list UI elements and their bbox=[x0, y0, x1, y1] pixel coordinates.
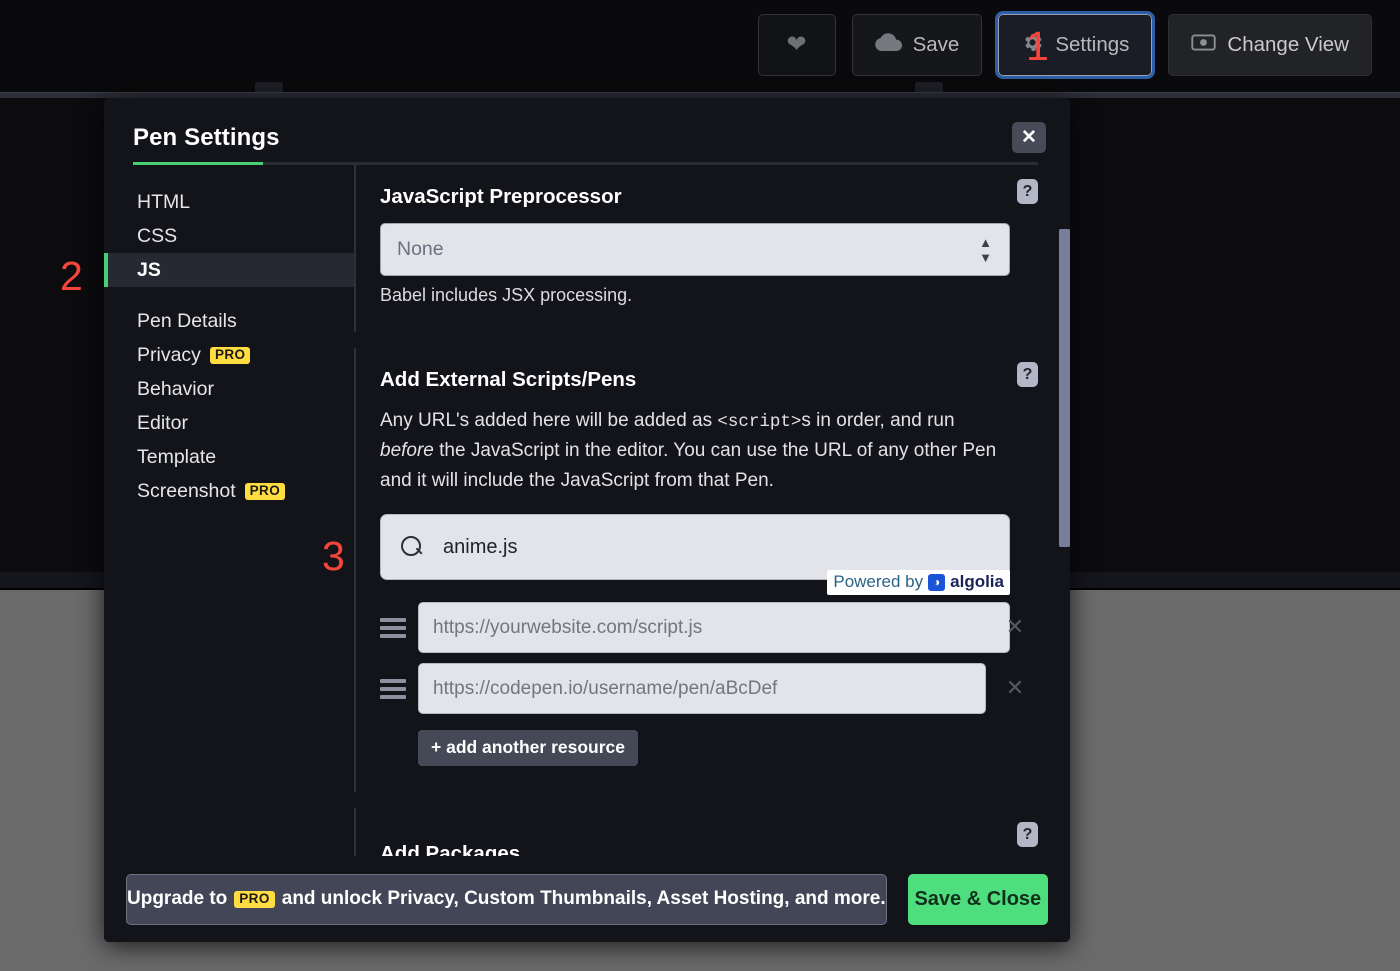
sidebar-item-label: Template bbox=[137, 445, 217, 468]
javascript-preprocessor-section: ? JavaScript Preprocessor None ▲ ▼ Babel … bbox=[354, 165, 1058, 332]
remove-resource-icon[interactable]: ✕ bbox=[1003, 676, 1027, 700]
upgrade-to-pro-button[interactable]: Upgrade to PRO and unlock Privacy, Custo… bbox=[126, 873, 887, 925]
sidebar-item-label: Screenshot bbox=[137, 479, 236, 502]
heart-icon: ❤ bbox=[786, 31, 807, 58]
add-external-scripts-section: ? Add External Scripts/Pens Any URL's ad… bbox=[354, 348, 1058, 793]
sidebar-item-label: Privacy bbox=[137, 343, 201, 366]
gear-icon bbox=[1021, 31, 1044, 60]
sidebar-item-label: Behavior bbox=[137, 377, 214, 400]
scrollbar-thumb[interactable] bbox=[1059, 229, 1070, 547]
sidebar-item-screenshot[interactable]: Screenshot PRO bbox=[104, 474, 354, 508]
drag-handle-icon[interactable] bbox=[380, 678, 406, 699]
sidebar-item-behavior[interactable]: Behavior bbox=[104, 372, 354, 406]
sidebar-item-template[interactable]: Template bbox=[104, 440, 354, 474]
save-button[interactable]: Save bbox=[851, 14, 983, 76]
help-icon[interactable]: ? bbox=[1017, 362, 1038, 387]
powered-by-label: Powered by bbox=[833, 572, 924, 592]
cloud-icon bbox=[874, 32, 902, 58]
save-label: Save bbox=[912, 33, 960, 56]
pro-badge: PRO bbox=[209, 346, 251, 364]
algolia-search-wrapper: anime.js Powered by ◑ algolia bbox=[380, 514, 1010, 596]
settings-button[interactable]: Settings bbox=[995, 11, 1156, 79]
help-icon[interactable]: ? bbox=[1017, 179, 1038, 204]
chevron-up-down-icon[interactable]: ▲ ▼ bbox=[979, 236, 992, 264]
search-input-value: anime.js bbox=[443, 535, 518, 558]
algolia-name: algolia bbox=[950, 572, 1004, 592]
algolia-logo-icon: ◑ bbox=[928, 573, 946, 591]
sidebar-item-pen-details[interactable]: Pen Details bbox=[104, 304, 354, 338]
save-and-close-button[interactable]: Save & Close bbox=[907, 873, 1048, 925]
like-button[interactable]: ❤ bbox=[757, 14, 836, 76]
sidebar-item-label: Editor bbox=[137, 411, 188, 434]
change-view-label: Change View bbox=[1227, 33, 1349, 56]
content-scrollbar[interactable] bbox=[1059, 177, 1070, 853]
settings-sidebar: HTML CSS JS Pen Details Privacy PRO Beha… bbox=[104, 165, 354, 863]
sidebar-item-label: Pen Details bbox=[137, 309, 237, 332]
pro-badge: PRO bbox=[234, 890, 275, 908]
page-title: Pen Settings bbox=[133, 124, 280, 151]
sidebar-item-label: CSS bbox=[137, 224, 178, 247]
search-icon bbox=[401, 536, 423, 558]
algolia-attribution: Powered by ◑ algolia bbox=[827, 570, 1010, 596]
help-icon[interactable]: ? bbox=[1017, 822, 1038, 848]
section-title: Add External Scripts/Pens bbox=[380, 368, 637, 391]
resource-row: https://yourwebsite.com/script.js ✕ bbox=[380, 602, 1025, 654]
sidebar-item-html[interactable]: HTML bbox=[104, 185, 354, 219]
sidebar-item-label: JS bbox=[137, 258, 161, 281]
desc-italic-before: before bbox=[380, 440, 434, 462]
resource-input-wrapper: https://yourwebsite.com/script.js ✕ bbox=[418, 602, 1024, 654]
add-another-resource-button[interactable]: + add another resource bbox=[418, 730, 639, 767]
editor-pane-handle-left[interactable] bbox=[255, 82, 283, 92]
add-packages-section: ? Add Packages bbox=[354, 808, 1058, 863]
upgrade-suffix: and unlock Privacy, Custom Thumbnails, A… bbox=[281, 888, 886, 909]
desc-code-script-tag: <script> bbox=[717, 412, 802, 432]
desc-part-2: s in order, and run bbox=[801, 410, 955, 431]
resource-row: https://codepen.io/username/pen/aBcDef ✕ bbox=[380, 663, 1025, 715]
resource-url-input[interactable]: https://codepen.io/username/pen/aBcDef bbox=[418, 663, 986, 715]
settings-label: Settings bbox=[1055, 33, 1130, 56]
pro-badge: PRO bbox=[244, 482, 286, 500]
top-toolbar: ❤ Save Settings Change View bbox=[757, 11, 1372, 79]
modal-footer: Upgrade to PRO and unlock Privacy, Custo… bbox=[104, 856, 1070, 942]
remove-resource-icon[interactable]: ✕ bbox=[1003, 615, 1027, 639]
modal-header: Pen Settings ✕ bbox=[104, 98, 1070, 165]
pen-settings-modal: Pen Settings ✕ HTML CSS JS Pen Details P… bbox=[104, 98, 1070, 942]
resource-url-input[interactable]: https://yourwebsite.com/script.js bbox=[418, 602, 1010, 654]
resource-url-placeholder: https://yourwebsite.com/script.js bbox=[433, 616, 703, 638]
preprocessor-selected-value: None bbox=[397, 238, 444, 260]
preprocessor-hint: Babel includes JSX processing. bbox=[380, 285, 633, 305]
sidebar-item-js[interactable]: JS bbox=[104, 253, 354, 287]
upgrade-prefix: Upgrade to bbox=[127, 888, 228, 909]
editor-pane-handle-right[interactable] bbox=[915, 82, 943, 92]
drag-handle-icon[interactable] bbox=[380, 617, 406, 638]
resource-url-placeholder: https://codepen.io/username/pen/aBcDef bbox=[433, 677, 778, 699]
sidebar-item-privacy[interactable]: Privacy PRO bbox=[104, 338, 354, 372]
section-description: Any URL's added here will be added as <s… bbox=[380, 406, 1005, 496]
sidebar-item-css[interactable]: CSS bbox=[104, 219, 354, 253]
modal-body: HTML CSS JS Pen Details Privacy PRO Beha… bbox=[104, 165, 1070, 863]
change-view-button[interactable]: Change View bbox=[1168, 14, 1372, 76]
desc-part-3: the JavaScript in the editor. You can us… bbox=[380, 440, 997, 492]
sidebar-separator bbox=[104, 287, 354, 304]
section-title: JavaScript Preprocessor bbox=[380, 185, 622, 208]
sidebar-item-editor[interactable]: Editor bbox=[104, 406, 354, 440]
close-icon[interactable]: ✕ bbox=[1012, 122, 1046, 153]
sidebar-item-label: HTML bbox=[137, 190, 191, 213]
preprocessor-select[interactable]: None bbox=[380, 223, 1010, 276]
resource-input-wrapper: https://codepen.io/username/pen/aBcDef ✕ bbox=[418, 663, 1024, 715]
desc-part-1: Any URL's added here will be added as bbox=[380, 410, 718, 431]
settings-content: ? JavaScript Preprocessor None ▲ ▼ Babel … bbox=[354, 165, 1070, 863]
preprocessor-select-wrapper: None ▲ ▼ bbox=[380, 223, 1010, 276]
eye-icon bbox=[1191, 33, 1217, 58]
